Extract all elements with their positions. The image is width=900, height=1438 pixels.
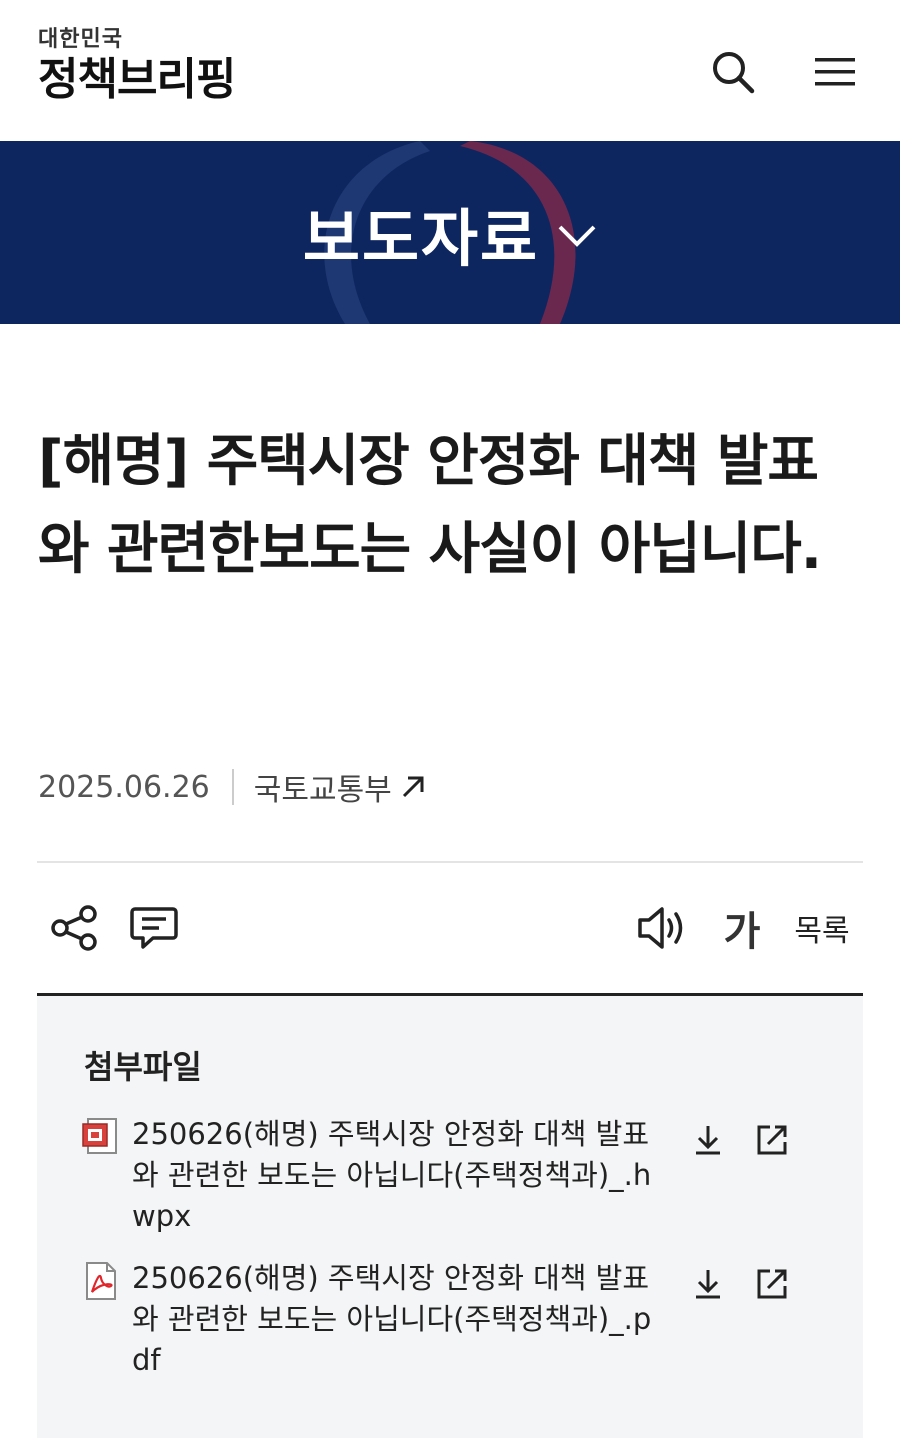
department-name: 국토교통부	[253, 773, 392, 808]
site-header: 대한민국 정책브리핑	[0, 0, 900, 141]
share-icon	[51, 905, 97, 951]
share-button[interactable]	[45, 899, 103, 957]
department-link[interactable]: 국토교통부	[254, 765, 426, 809]
font-size-button[interactable]: 가	[713, 899, 771, 957]
text-to-speech-button[interactable]	[633, 899, 691, 957]
open-external-icon[interactable]	[754, 1122, 790, 1158]
hamburger-menu-icon	[815, 58, 855, 86]
external-arrow-icon	[402, 776, 424, 798]
comment-icon	[130, 907, 178, 949]
menu-button[interactable]	[809, 46, 861, 98]
attachment-name[interactable]: 250626(해명) 주택시장 안정화 대책 발표와 관련한 보도는 아닙니다(…	[132, 1114, 662, 1237]
article-title: [해명] 주택시장 안정화 대책 발표와 관련한보도는 사실이 아닙니다.	[38, 429, 822, 582]
search-icon	[713, 52, 755, 94]
pdf-file-icon	[86, 1262, 116, 1300]
chevron-down-icon	[558, 225, 596, 247]
section-selector[interactable]: 보도자료	[0, 141, 900, 324]
attachments-panel: 첨부파일 250626(해명) 주택시장 안정화 대책 발표와 관련한 보도는 …	[37, 996, 863, 1438]
section-banner: 보도자료	[0, 141, 900, 324]
meta-divider	[231, 769, 234, 805]
list-button[interactable]: 목록	[789, 899, 855, 957]
section-title: 보도자료	[302, 201, 540, 275]
article-toolbar: 가 목록	[37, 863, 863, 993]
download-icon[interactable]	[690, 1266, 726, 1302]
search-button[interactable]	[707, 46, 759, 98]
logo-title: 정책브리핑	[38, 54, 236, 105]
comment-button[interactable]	[125, 899, 183, 957]
hwp-file-icon	[82, 1118, 117, 1154]
article-meta: 2025.06.26 국토교통부	[38, 766, 426, 808]
open-external-icon[interactable]	[754, 1266, 790, 1302]
download-icon[interactable]	[690, 1122, 726, 1158]
attachments-title: 첨부파일	[84, 1048, 202, 1086]
site-logo[interactable]: 대한민국 정책브리핑	[38, 26, 236, 108]
article-date: 2025.06.26	[38, 769, 210, 805]
logo-subtitle: 대한민국	[38, 27, 123, 52]
speaker-icon	[638, 907, 683, 949]
attachment-name[interactable]: 250626(해명) 주택시장 안정화 대책 발표와 관련한 보도는 아닙니다(…	[132, 1258, 662, 1381]
